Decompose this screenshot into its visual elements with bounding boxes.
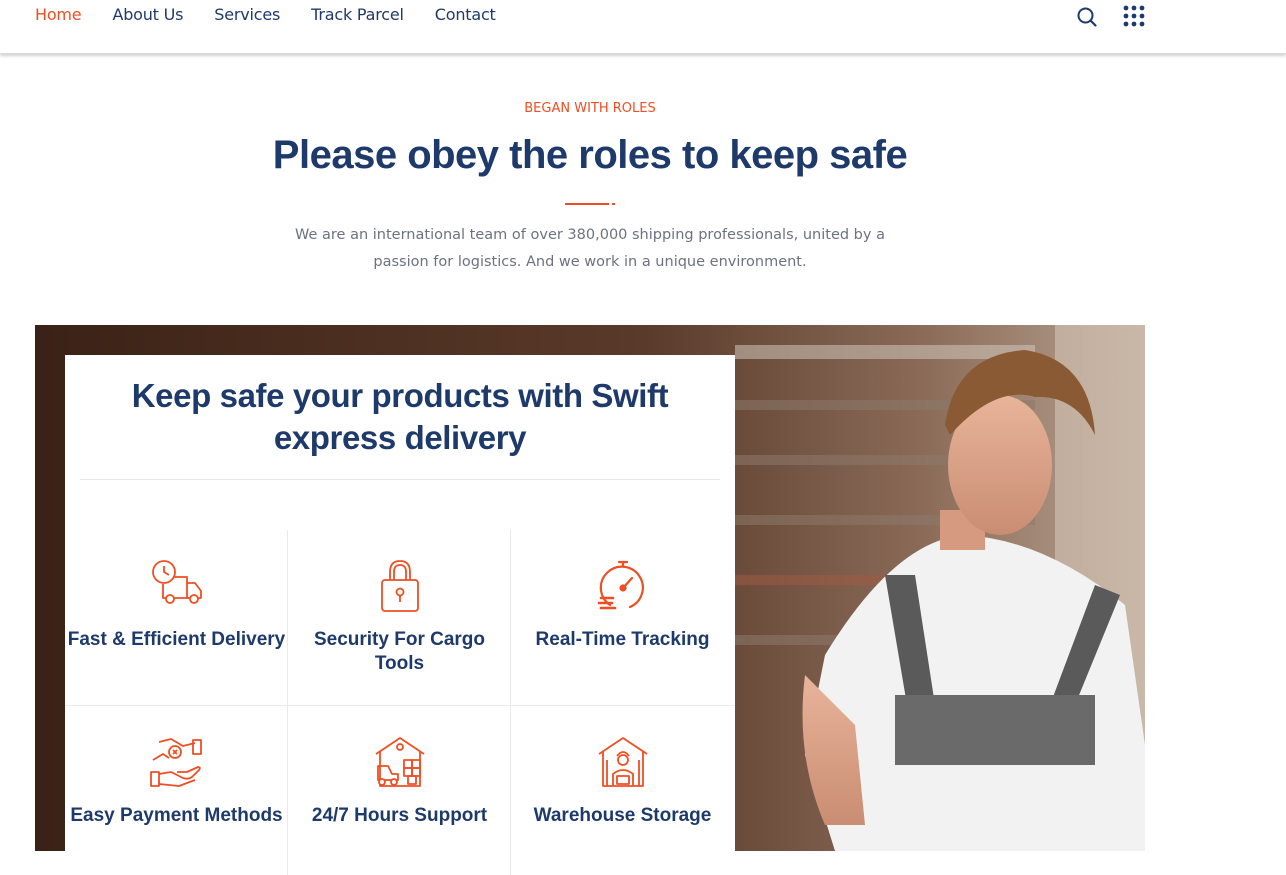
title-divider-dot (612, 203, 615, 205)
feature-label: Fast & Efficient Delivery (67, 629, 286, 650)
features-card: Keep safe your products with Swift expre… (65, 355, 735, 875)
feature-label: Real-Time Tracking (535, 629, 710, 650)
main-nav: Home About Us Services Track Parcel Cont… (35, 5, 496, 24)
feature-fast-delivery[interactable]: Fast & Efficient Delivery (65, 530, 288, 706)
nav-home[interactable]: Home (35, 5, 82, 24)
feature-label: Security For Cargo Tools (313, 629, 486, 674)
feature-label: Warehouse Storage (533, 805, 712, 826)
feature-real-time-tracking[interactable]: Real-Time Tracking (511, 530, 734, 706)
padlock-icon (372, 558, 428, 614)
nav-contact[interactable]: Contact (435, 5, 496, 24)
nav-about-us[interactable]: About Us (112, 5, 183, 24)
feature-label: 24/7 Hours Support (311, 805, 488, 826)
nav-services[interactable]: Services (214, 5, 280, 24)
feature-easy-payment[interactable]: Easy Payment Methods (65, 706, 288, 875)
features-grid: Fast & Efficient Delivery Security For C… (65, 530, 735, 875)
forklift-warehouse-icon (372, 734, 428, 790)
feature-24-7-support[interactable]: 24/7 Hours Support (288, 706, 511, 875)
stopwatch-icon (595, 558, 651, 614)
card-divider (80, 479, 720, 480)
dots-grid-icon[interactable] (1123, 5, 1145, 27)
warehouse-worker-icon (595, 734, 651, 790)
feature-warehouse-storage[interactable]: Warehouse Storage (511, 706, 734, 875)
title-divider (565, 203, 609, 205)
feature-cargo-security[interactable]: Security For Cargo Tools (288, 530, 511, 706)
search-icon[interactable] (1076, 6, 1098, 28)
nav-track-parcel[interactable]: Track Parcel (311, 5, 404, 24)
section-eyebrow: BEGAN WITH ROLES (524, 101, 656, 116)
card-title: Keep safe your products with Swift expre… (131, 377, 669, 456)
section-title: Please obey the roles to keep safe (272, 133, 908, 177)
top-navbar: Home About Us Services Track Parcel Cont… (0, 0, 1286, 54)
hand-payment-icon (149, 734, 205, 790)
feature-label: Easy Payment Methods (70, 805, 283, 826)
section-intro: We are an international team of over 380… (295, 227, 885, 270)
delivery-truck-clock-icon (149, 558, 205, 614)
